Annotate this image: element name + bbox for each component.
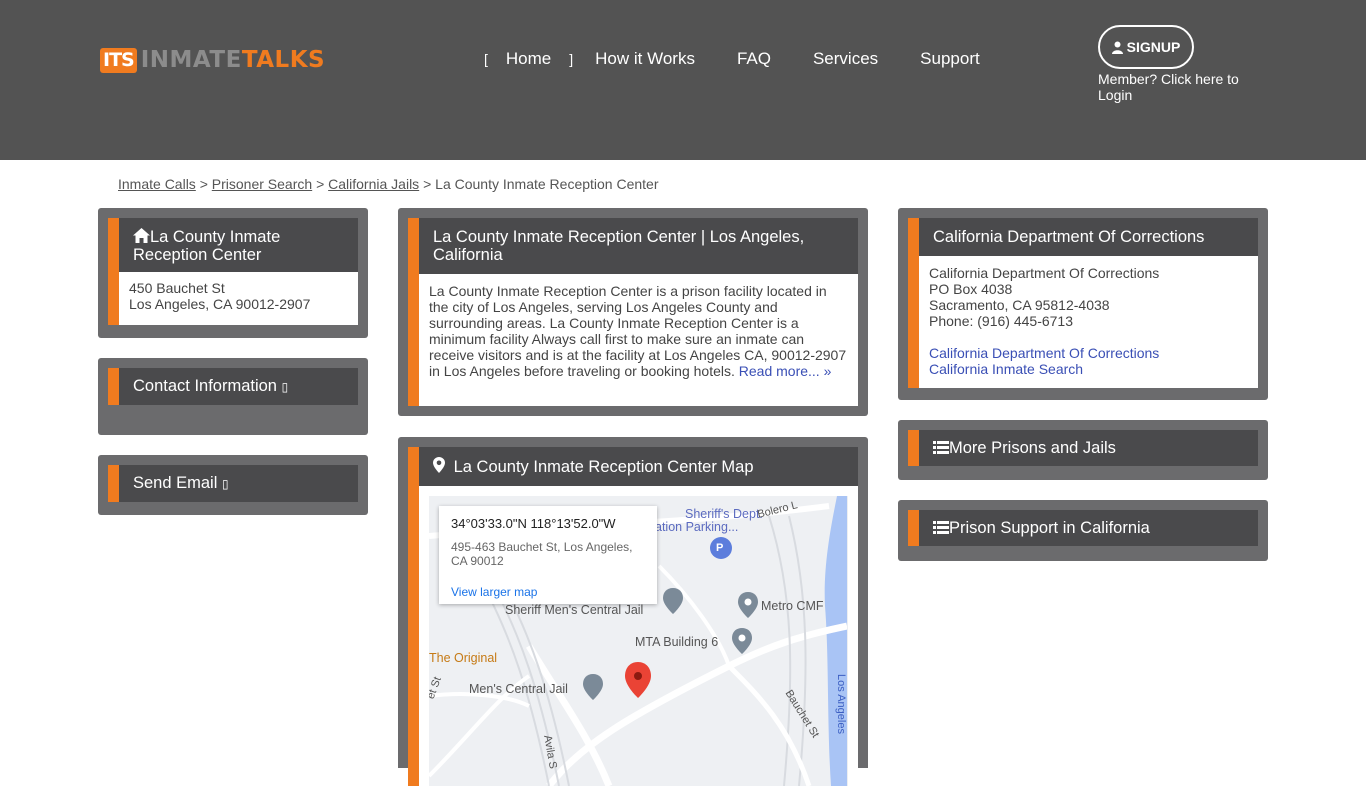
map-panel-header: La County Inmate Reception Center Map xyxy=(419,447,858,486)
doc-panel-header: California Department Of Corrections xyxy=(919,218,1258,256)
map-container: Sheriff's Dept. ation Parking... Bolero … xyxy=(419,486,858,786)
home-icon xyxy=(133,228,150,243)
address-line-2: Los Angeles, CA 90012-2907 xyxy=(129,296,311,312)
signup-label: SIGNUP xyxy=(1126,39,1181,55)
view-larger-map-link[interactable]: View larger map xyxy=(451,584,645,600)
map-label-los-angeles: Los Angeles xyxy=(834,674,847,734)
logo-text-inmate: INMATE xyxy=(140,47,242,73)
description-panel-header: La County Inmate Reception Center | Los … xyxy=(419,218,858,274)
expand-icon: ▯ xyxy=(221,477,229,491)
more-prisons-toggle[interactable]: More Prisons and Jails xyxy=(919,430,1258,466)
description-panel: La County Inmate Reception Center | Los … xyxy=(398,208,868,416)
breadcrumb: Inmate Calls > Prisoner Search > Califor… xyxy=(118,176,659,192)
nav-services[interactable]: Services xyxy=(813,49,878,69)
more-prisons-panel: More Prisons and Jails xyxy=(898,420,1268,480)
read-more-link[interactable]: Read more... » xyxy=(739,363,832,379)
facility-panel: La County Inmate Reception Center 450 Ba… xyxy=(98,208,368,338)
doc-panel: California Department Of Corrections Cal… xyxy=(898,208,1268,400)
map-label-original: The Original xyxy=(429,651,498,665)
nav-bracket-open: [ xyxy=(484,51,488,67)
doc-line-pobox: PO Box 4038 xyxy=(929,281,1013,297)
facility-panel-header: La County Inmate Reception Center xyxy=(119,218,358,272)
nav-bracket-close: ] xyxy=(569,51,574,67)
send-email-title: Send Email xyxy=(133,474,218,492)
map-panel: La County Inmate Reception Center Map Sh… xyxy=(398,437,868,786)
prison-support-panel: Prison Support in California xyxy=(898,500,1268,561)
breadcrumb-separator: > xyxy=(316,176,325,192)
contact-information-toggle[interactable]: Contact Information ▯ xyxy=(119,368,358,405)
map-label-mta: MTA Building 6 xyxy=(635,635,719,649)
logo[interactable]: ITS INMATE TALKS xyxy=(100,47,325,73)
contact-title: Contact Information xyxy=(133,377,277,395)
map-label-mens-central: Men's Central Jail xyxy=(469,682,568,696)
map-title: La County Inmate Reception Center Map xyxy=(453,458,754,476)
logo-text-talks: TALKS xyxy=(241,47,326,73)
nav-support[interactable]: Support xyxy=(920,49,980,69)
breadcrumb-current: La County Inmate Reception Center xyxy=(435,176,659,192)
embedded-map[interactable]: Sheriff's Dept. ation Parking... Bolero … xyxy=(429,496,848,786)
description-body: La County Inmate Reception Center is a p… xyxy=(419,274,858,406)
map-pin-icon xyxy=(433,457,445,473)
doc-line-name: California Department Of Corrections xyxy=(929,265,1160,281)
more-prisons-title: More Prisons and Jails xyxy=(949,439,1116,457)
nav-faq[interactable]: FAQ xyxy=(737,49,771,69)
breadcrumb-separator: > xyxy=(423,176,432,192)
doc-link-department[interactable]: California Department Of Corrections xyxy=(929,345,1159,361)
member-login-link[interactable]: Member? Click here to Login xyxy=(1098,71,1268,103)
map-address: 495-463 Bauchet St, Los Angeles, CA 9001… xyxy=(451,540,633,568)
map-label-parking: ation Parking... xyxy=(655,520,739,534)
user-icon xyxy=(1111,41,1123,54)
prison-support-title: Prison Support in California xyxy=(949,519,1150,537)
list-icon xyxy=(933,521,949,534)
map-parking-letter: P xyxy=(716,542,724,554)
logo-badge: ITS xyxy=(100,47,137,73)
doc-link-inmate-search[interactable]: California Inmate Search xyxy=(929,361,1083,377)
nav-home[interactable]: Home xyxy=(506,49,551,69)
site-header: ITS INMATE TALKS [ Home ] How it Works F… xyxy=(0,0,1366,160)
facility-title: La County Inmate Reception Center xyxy=(133,228,281,264)
map-label-metro-cmf: Metro CMF xyxy=(761,599,824,613)
nav-how-it-works[interactable]: How it Works xyxy=(595,49,695,69)
breadcrumb-separator: > xyxy=(199,176,208,192)
breadcrumb-prisoner-search[interactable]: Prisoner Search xyxy=(212,176,312,192)
expand-icon: ▯ xyxy=(281,380,289,394)
map-coordinates: 34°03'33.0"N 118°13'52.0"W xyxy=(451,516,616,531)
send-email-panel: Send Email ▯ xyxy=(98,455,368,515)
contact-panel: Contact Information ▯ xyxy=(98,358,368,435)
send-email-toggle[interactable]: Send Email ▯ xyxy=(119,465,358,502)
list-icon xyxy=(933,441,949,454)
prison-support-toggle[interactable]: Prison Support in California xyxy=(919,510,1258,546)
address-line-1: 450 Bauchet St xyxy=(129,280,225,296)
map-label-mens-central-top: Sheriff Men's Central Jail xyxy=(505,603,644,617)
doc-line-phone: Phone: (916) 445-6713 xyxy=(929,313,1073,329)
doc-line-city: Sacramento, CA 95812-4038 xyxy=(929,297,1110,313)
signup-button[interactable]: SIGNUP xyxy=(1098,25,1194,69)
main-nav: [ Home ] How it Works FAQ Services Suppo… xyxy=(480,49,1000,69)
facility-address: 450 Bauchet St Los Angeles, CA 90012-290… xyxy=(119,272,358,325)
map-info-card: 34°03'33.0"N 118°13'52.0"W 495-463 Bauch… xyxy=(439,506,657,604)
doc-panel-body: California Department Of Corrections PO … xyxy=(919,256,1258,388)
breadcrumb-california-jails[interactable]: California Jails xyxy=(328,176,419,192)
breadcrumb-inmate-calls[interactable]: Inmate Calls xyxy=(118,176,196,192)
